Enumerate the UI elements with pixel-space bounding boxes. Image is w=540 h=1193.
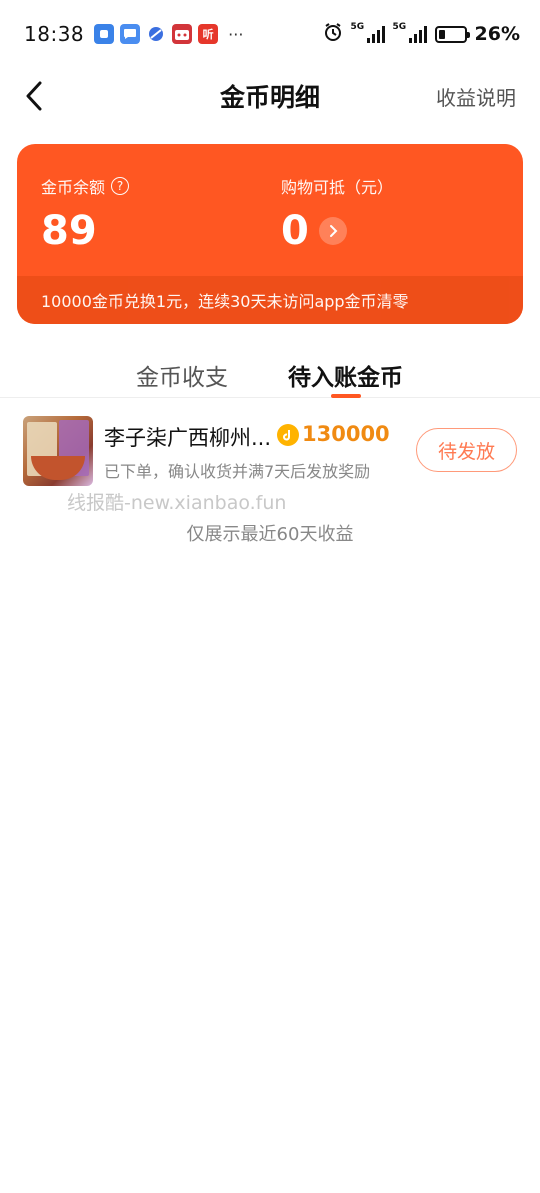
signal-icon-2: 5G [393,22,427,43]
earnings-info-link[interactable]: 收益说明 [436,82,516,111]
status-app-icons: 听 ··· [94,24,243,44]
nav-header: 金币明细 收益说明 [0,68,540,124]
balance-section: 金币余额 ? 89 [41,174,130,254]
status-time: 18:38 [24,22,85,46]
chat-app-icon [94,24,115,44]
record-description: 已下单，确认收货并满7天后发放奖励 [104,462,371,481]
coin-balance-card: 金币余额 ? 89 购物可抵（元） 0 10000金币兑换1元，连续30天未访问… [17,144,523,324]
product-title: 李子柒广西柳州... [104,426,272,450]
coin-amount: 130000 [302,422,390,446]
page-title: 金币明细 [219,83,320,112]
coin-icon [277,424,299,446]
battery-percent: 26% [474,23,520,45]
footer-note: 仅展示最近60天收益 [186,524,354,545]
battery-fill [438,29,445,39]
balance-value: 89 [41,208,97,254]
active-tab-indicator [331,394,361,398]
message-app-icon [120,24,141,44]
tab-coin-income[interactable]: 金币收支 [136,358,228,392]
back-button[interactable] [20,78,52,114]
status-bar: 18:38 听 ··· 5G 5G 26% [0,0,540,68]
watermark-text: 线报酷-new.xianbao.fun [67,492,287,514]
battery-icon [434,25,470,43]
balance-label-row: 金币余额 ? [41,174,130,198]
list-item[interactable]: 李子柒广西柳州... 130000 已下单，确认收货并满7天后发放奖励 待发放 [0,408,540,498]
balance-label: 金币余额 [41,178,106,197]
more-notifications-icon: ··· [228,24,244,44]
deduct-section[interactable]: 购物可抵（元） 0 [281,174,393,254]
alarm-icon [323,22,343,46]
chevron-left-icon [26,81,42,111]
listen-app-icon: 听 [198,24,219,44]
status-system-icons: 5G 5G 26% [323,22,520,46]
browser-app-icon [146,24,166,44]
status-badge: 待发放 [416,428,517,472]
deduct-value-row: 0 [281,208,393,254]
signal-icon-1: 5G [351,22,385,43]
tab-bar: 金币收支 待入账金币 [0,344,540,398]
card-footer-note: 10000金币兑换1元，连续30天未访问app金币清零 [17,276,523,324]
product-image [23,416,93,486]
deduct-label: 购物可抵（元） [281,178,394,197]
tmall-app-icon [172,24,193,44]
deduct-value: 0 [281,208,309,254]
chevron-right-icon[interactable] [318,217,347,245]
question-icon[interactable]: ? [111,177,130,195]
tab-pending-coins[interactable]: 待入账金币 [288,358,403,392]
